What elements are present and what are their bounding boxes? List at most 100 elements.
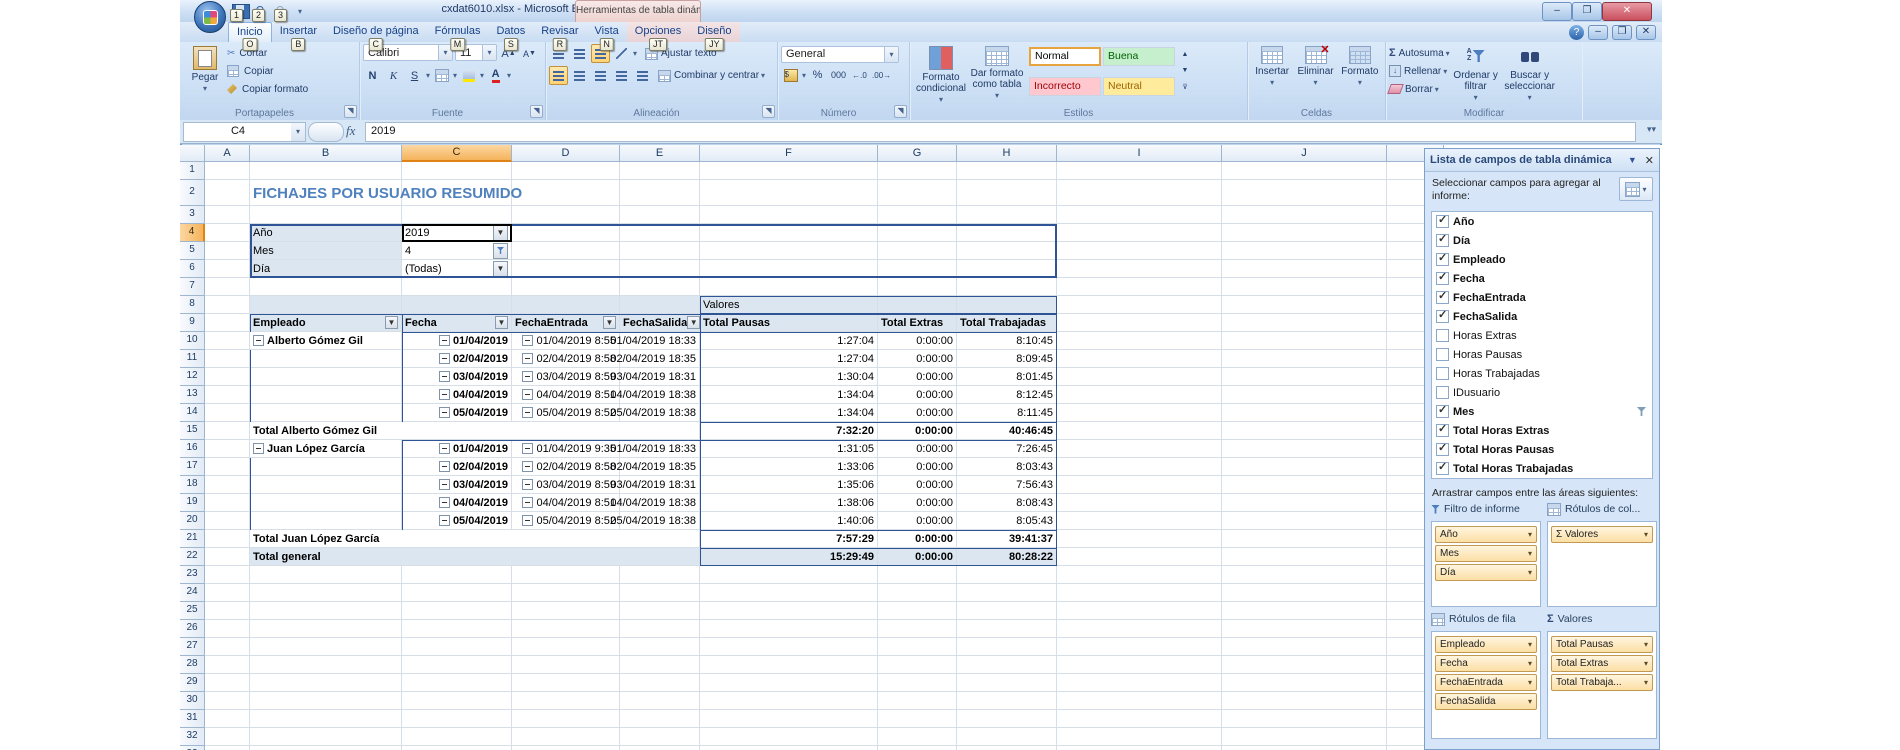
- pivot-value-cell[interactable]: 1:34:04: [700, 386, 878, 404]
- cell[interactable]: [1057, 440, 1222, 458]
- filter-dropdown-button[interactable]: ▼: [493, 225, 508, 241]
- cell[interactable]: [700, 656, 878, 674]
- collapse-icon[interactable]: [439, 479, 450, 490]
- pivot-total-label[interactable]: Total Juan López García: [250, 530, 700, 548]
- field-item-total-horas-trabajadas[interactable]: Total Horas Trabajadas: [1432, 459, 1652, 478]
- cell[interactable]: [957, 674, 1057, 692]
- format-cells-button[interactable]: Formato▾: [1338, 44, 1382, 88]
- conditional-formatting-button[interactable]: Formato condicional▾: [913, 44, 969, 105]
- column-header[interactable]: A: [205, 145, 250, 162]
- row-header[interactable]: 9: [180, 314, 205, 332]
- style-normal[interactable]: Normal: [1029, 47, 1101, 66]
- cell[interactable]: [205, 458, 250, 476]
- field-checkbox[interactable]: [1436, 462, 1449, 475]
- column-header[interactable]: F: [700, 145, 878, 162]
- field-checkbox[interactable]: [1436, 215, 1449, 228]
- pivot-value-cell[interactable]: 0:00:00: [878, 530, 957, 548]
- row-header[interactable]: 20: [180, 512, 205, 530]
- pivot-value-cell[interactable]: 8:12:45: [957, 386, 1057, 404]
- pivot-entry-cell[interactable]: 04/04/2019 8:51: [512, 386, 620, 404]
- cell[interactable]: [402, 710, 512, 728]
- cell[interactable]: [402, 278, 512, 296]
- cell[interactable]: [250, 638, 402, 656]
- accounting-format-button[interactable]: $: [781, 66, 800, 85]
- cell[interactable]: [402, 638, 512, 656]
- maximize-button[interactable]: ❐: [1572, 2, 1602, 21]
- borders-button[interactable]: [432, 66, 451, 85]
- cell[interactable]: [1057, 602, 1222, 620]
- cell[interactable]: [620, 728, 700, 746]
- cell[interactable]: [1057, 584, 1222, 602]
- cell[interactable]: [1222, 386, 1387, 404]
- pivot-value-cell[interactable]: 0:00:00: [878, 548, 957, 566]
- cell[interactable]: [250, 278, 402, 296]
- close-button[interactable]: ✕: [1602, 2, 1652, 21]
- pivot-value-cell[interactable]: 7:26:45: [957, 440, 1057, 458]
- cell[interactable]: [205, 566, 250, 584]
- area-field-pill[interactable]: Total Extras▾: [1551, 655, 1653, 672]
- cell[interactable]: [700, 206, 878, 224]
- cell[interactable]: [1222, 746, 1387, 750]
- pivot-value-cell[interactable]: 1:27:04: [700, 332, 878, 350]
- row-header[interactable]: 18: [180, 476, 205, 494]
- cell[interactable]: [620, 692, 700, 710]
- field-item-fechaentrada[interactable]: FechaEntrada: [1432, 288, 1652, 307]
- collapse-icon[interactable]: [439, 407, 450, 418]
- cell[interactable]: [512, 296, 620, 314]
- collapse-icon[interactable]: [439, 461, 450, 472]
- cell[interactable]: [957, 224, 1057, 242]
- collapse-icon[interactable]: [522, 335, 533, 346]
- cell[interactable]: [250, 746, 402, 750]
- cell[interactable]: [512, 602, 620, 620]
- pivot-value-cell[interactable]: 1:30:04: [700, 368, 878, 386]
- cell[interactable]: [402, 746, 512, 750]
- pivot-exit-cell[interactable]: 05/04/2019 18:38: [620, 512, 700, 530]
- formula-input[interactable]: 2019: [365, 122, 1636, 142]
- tab-datos[interactable]: DatosS: [488, 22, 533, 42]
- cell[interactable]: [512, 260, 620, 278]
- cell[interactable]: [957, 242, 1057, 260]
- pivot-entry-cell[interactable]: 01/04/2019 8:55: [512, 332, 620, 350]
- sort-filter-button[interactable]: AZ Ordenar y filtrar▾: [1450, 44, 1502, 103]
- row-header[interactable]: 17: [180, 458, 205, 476]
- pivot-value-cell[interactable]: 8:11:45: [957, 404, 1057, 422]
- pivot-value-cell[interactable]: 0:00:00: [878, 404, 957, 422]
- pivot-value-cell[interactable]: 7:32:20: [700, 422, 878, 440]
- cell[interactable]: [957, 180, 1057, 206]
- cell[interactable]: [1057, 162, 1222, 180]
- name-box-dropdown-icon[interactable]: ▾: [291, 122, 306, 142]
- cell[interactable]: [1057, 458, 1222, 476]
- cell[interactable]: [1057, 494, 1222, 512]
- row-header[interactable]: 11: [180, 350, 205, 368]
- cell[interactable]: [1057, 386, 1222, 404]
- find-select-button[interactable]: Buscar y seleccionar▾: [1502, 44, 1558, 103]
- pivot-value-cell[interactable]: 1:38:06: [700, 494, 878, 512]
- cell[interactable]: [1222, 206, 1387, 224]
- merge-center-button[interactable]: Combinar y centrar▾: [658, 67, 765, 85]
- cell[interactable]: [620, 566, 700, 584]
- cell[interactable]: [1057, 368, 1222, 386]
- pivot-header-dropdown-button[interactable]: ▼: [495, 316, 508, 329]
- filter-funnel-button[interactable]: [493, 243, 508, 259]
- cell[interactable]: [957, 584, 1057, 602]
- pivot-value-cell[interactable]: 0:00:00: [878, 386, 957, 404]
- pivot-value-cell[interactable]: 0:00:00: [878, 368, 957, 386]
- collapse-icon[interactable]: [439, 335, 450, 346]
- row-header[interactable]: 31: [180, 710, 205, 728]
- cell[interactable]: [700, 584, 878, 602]
- font-dialog-launcher[interactable]: ◥: [530, 105, 543, 118]
- tab-revisar[interactable]: RevisarR: [533, 22, 586, 42]
- column-header[interactable]: C: [402, 145, 512, 162]
- pivot-date-cell[interactable]: 05/04/2019: [402, 512, 512, 530]
- area-field-pill[interactable]: Total Trabaja...▾: [1551, 674, 1653, 691]
- pivot-value-cell[interactable]: 7:57:29: [700, 530, 878, 548]
- area-field-pill[interactable]: FechaEntrada▾: [1435, 674, 1537, 691]
- cell[interactable]: [1222, 728, 1387, 746]
- field-checkbox[interactable]: [1436, 424, 1449, 437]
- column-header[interactable]: D: [512, 145, 620, 162]
- pivot-value-cell[interactable]: 0:00:00: [878, 440, 957, 458]
- cell[interactable]: [205, 440, 250, 458]
- pivot-employee-cell[interactable]: Alberto Gómez Gil: [250, 332, 402, 350]
- cell[interactable]: [878, 566, 957, 584]
- pivot-entry-cell[interactable]: 02/04/2019 8:58: [512, 350, 620, 368]
